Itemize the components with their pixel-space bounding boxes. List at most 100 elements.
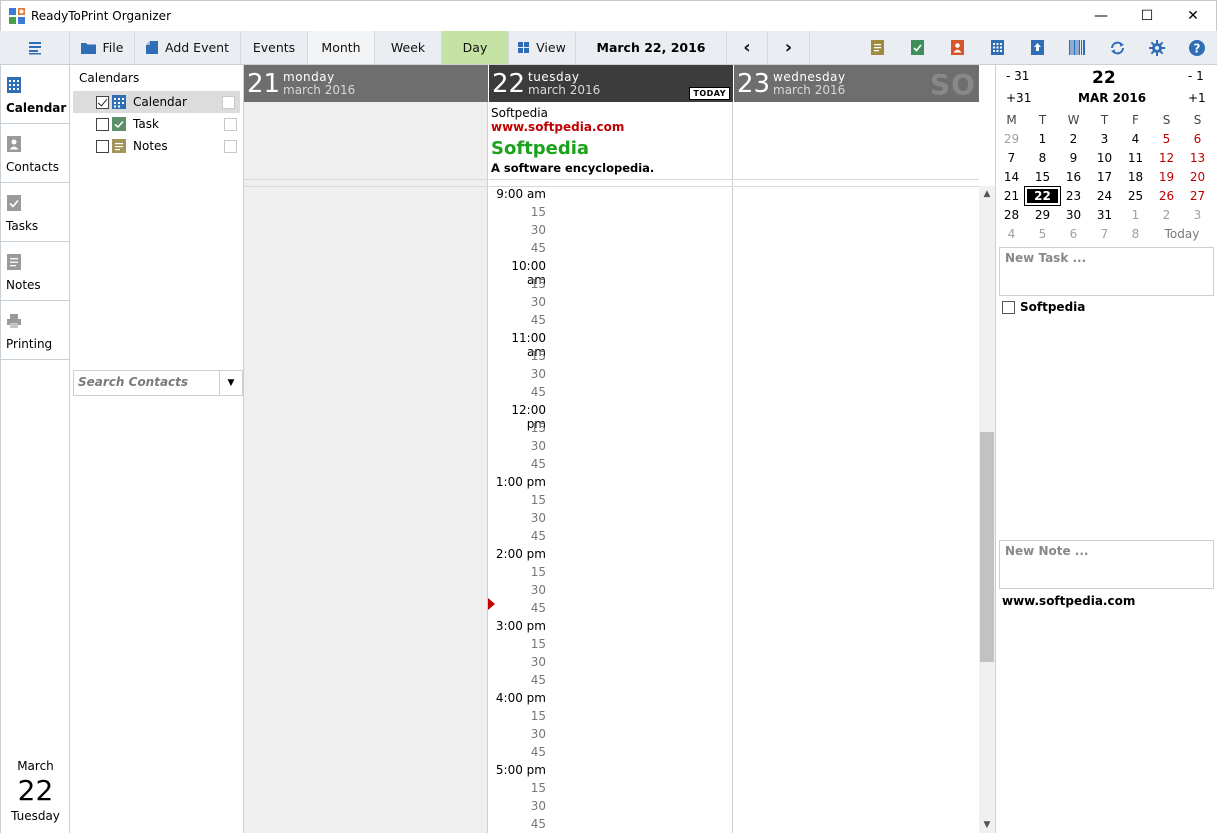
mini-cal-day-cell[interactable]: 12 [1151,151,1182,165]
calendar-checkbox[interactable] [96,95,109,109]
mini-cal-day-cell[interactable]: 14 [996,170,1027,184]
mini-cal-day-cell[interactable]: 31 [1089,208,1120,222]
task-item[interactable]: Softpedia [1002,300,1085,314]
mini-cal-day-cell[interactable]: 11 [1120,151,1151,165]
notes-list-item[interactable]: Notes [73,135,243,157]
all-day-area[interactable]: Softpedia www.softpedia.com Softpedia A … [489,102,733,180]
mini-cal-day-cell[interactable]: 24 [1089,189,1120,203]
mini-cal-day-cell[interactable]: 5 [1027,227,1058,241]
add-event-button[interactable]: Add Event [135,31,241,64]
mini-cal-day-cell[interactable]: 4 [1120,132,1151,146]
close-button[interactable]: ✕ [1170,1,1216,31]
minimize-button[interactable]: — [1078,1,1124,31]
mini-cal-day-cell[interactable]: 8 [1120,227,1151,241]
help-toolbar-button[interactable]: ? [1177,31,1217,64]
file-button[interactable]: File [70,31,135,64]
search-dropdown-button[interactable]: ▼ [220,378,242,388]
mini-cal-day-cell[interactable]: 6 [1058,227,1089,241]
mini-cal-day-cell[interactable]: 30 [1058,208,1089,222]
day-header[interactable]: 21 monday march 2016 [244,65,488,102]
tasks-toolbar-button[interactable] [897,31,937,64]
mini-cal-day-cell[interactable]: 23 [1058,189,1089,203]
mini-cal-day-cell[interactable]: 21 [996,189,1027,203]
task-checkbox[interactable] [96,117,109,131]
contacts-toolbar-button[interactable] [937,31,977,64]
mini-cal-day-cell[interactable]: 7 [1089,227,1120,241]
mini-cal-day-cell[interactable]: 27 [1182,189,1213,203]
mini-cal-day-cell[interactable]: 15 [1027,170,1058,184]
time-grid[interactable] [244,186,488,833]
mini-cal-day-cell[interactable]: 13 [1182,151,1213,165]
next-button[interactable]: › [768,31,810,64]
mini-cal-day-cell[interactable]: 18 [1120,170,1151,184]
mini-cal-day-cell[interactable]: 17 [1089,170,1120,184]
task-item-checkbox[interactable] [1002,300,1015,314]
barcode-toolbar-button[interactable] [1057,31,1097,64]
event-title[interactable]: Softpedia [491,106,731,120]
calendar-toolbar-button[interactable] [977,31,1017,64]
minus-31-button[interactable]: - 31 [1006,69,1029,83]
mini-cal-day-cell[interactable]: 16 [1058,170,1089,184]
maximize-button[interactable]: ☐ [1124,1,1170,31]
nav-calendar[interactable]: Calendar [1,65,69,124]
mini-cal-day-cell[interactable]: 1 [1120,208,1151,222]
all-day-area[interactable] [734,102,979,180]
new-note-input[interactable]: New Note ... [999,540,1214,589]
mini-cal-day-cell[interactable]: 29 [996,132,1027,146]
scroll-down-icon[interactable]: ▼ [979,817,995,833]
mini-cal-day-cell[interactable]: 29 [1027,208,1058,222]
event-link[interactable]: www.softpedia.com [491,120,731,134]
nav-tasks[interactable]: Tasks [1,183,69,242]
nav-notes[interactable]: Notes [1,242,69,301]
settings-toolbar-button[interactable] [1137,31,1177,64]
plus-31-button[interactable]: +31 [1006,91,1031,105]
today-link[interactable]: Today [1151,227,1213,241]
notes-toolbar-button[interactable] [857,31,897,64]
scroll-up-icon[interactable]: ▲ [979,186,995,202]
mini-cal-day-cell[interactable]: 2 [1058,132,1089,146]
day-column-tuesday[interactable]: 22 tuesday march 2016 TODAY Softpedia www… [488,65,733,833]
mini-cal-day-cell[interactable]: 4 [996,227,1027,241]
minus-1-button[interactable]: - 1 [1188,69,1204,83]
nav-printing[interactable]: Printing [1,301,69,360]
mini-cal-day-cell[interactable]: 5 [1151,132,1182,146]
mini-cal-day-cell[interactable]: 19 [1151,170,1182,184]
plus-1-button[interactable]: +1 [1188,91,1206,105]
calendar-list-item[interactable]: Calendar [73,91,240,113]
events-tab[interactable]: Events [241,31,308,64]
mini-cal-day-cell[interactable]: 28 [996,208,1027,222]
mini-cal-day-cell[interactable]: 2 [1151,208,1182,222]
mini-cal-day-cell[interactable]: 1 [1027,132,1058,146]
nav-contacts[interactable]: Contacts [1,124,69,183]
all-day-area[interactable] [244,102,488,180]
mini-cal-day-cell[interactable]: 8 [1027,151,1058,165]
mini-cal-day-cell[interactable]: 9 [1058,151,1089,165]
week-tab[interactable]: Week [375,31,442,64]
mini-cal-day-cell[interactable]: 20 [1182,170,1213,184]
search-contacts-input[interactable]: Search Contacts [74,371,220,395]
mini-cal-day-cell[interactable]: 25 [1120,189,1151,203]
time-grid[interactable] [734,186,979,833]
scrollbar-thumb[interactable] [980,432,994,662]
mini-cal-day-cell[interactable]: 7 [996,151,1027,165]
calendar-color-box[interactable] [222,95,235,109]
mini-cal-day-cell[interactable]: 6 [1182,132,1213,146]
menu-button[interactable] [0,31,70,64]
mini-cal-day-cell[interactable]: 10 [1089,151,1120,165]
month-tab[interactable]: Month [308,31,375,64]
task-list-item[interactable]: Task [73,113,243,135]
time-grid[interactable]: 9:00 am 15 30 45 10:00 am 15 30 45 11:00 am 15 30 4… [488,186,733,833]
view-button[interactable]: View [509,31,576,64]
mini-cal-selected-day[interactable]: 22 [1025,186,1060,205]
mini-cal-day-cell[interactable]: 3 [1182,208,1213,222]
day-tab[interactable]: Day [442,31,509,64]
note-item[interactable]: www.softpedia.com [1002,594,1135,608]
vertical-scrollbar[interactable]: ▲ ▼ [979,186,995,833]
upload-toolbar-button[interactable] [1017,31,1057,64]
notes-checkbox[interactable] [96,139,109,153]
mini-cal-day-cell[interactable]: 3 [1089,132,1120,146]
prev-button[interactable]: ‹ [726,31,768,64]
notes-color-box[interactable] [224,139,237,153]
sync-toolbar-button[interactable] [1097,31,1137,64]
day-header[interactable]: 22 tuesday march 2016 TODAY [489,65,733,102]
